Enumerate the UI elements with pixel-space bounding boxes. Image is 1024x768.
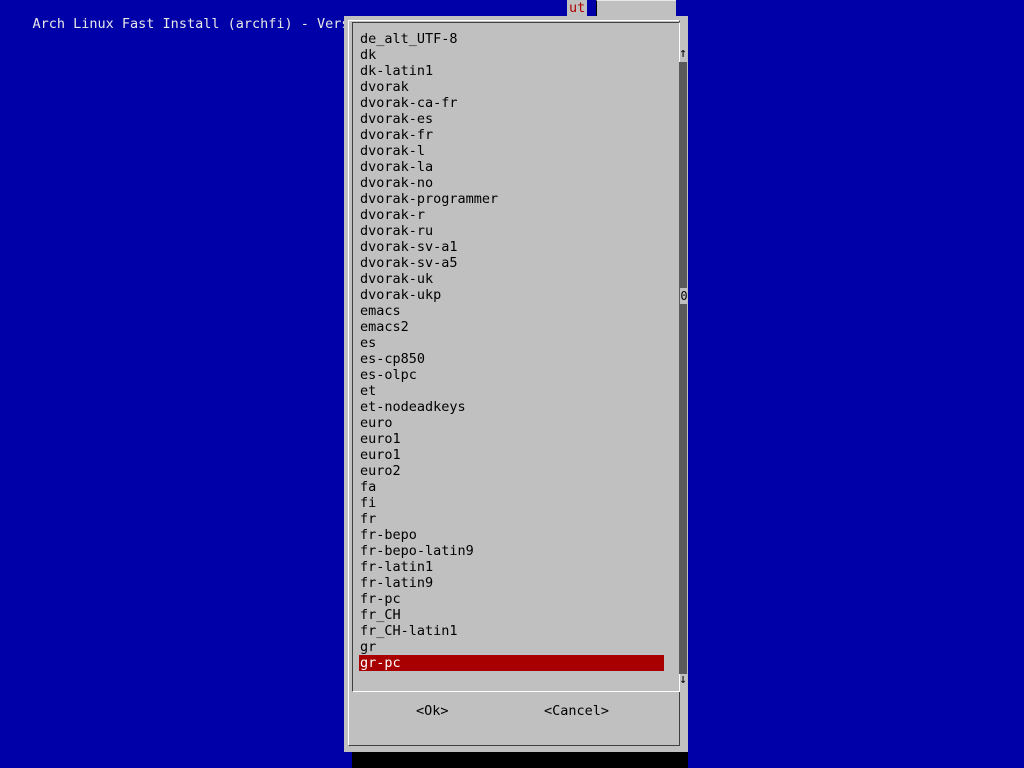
backtitle: Arch Linux Fast Install (archfi) - Versi…: [0, 0, 610, 32]
keymap-item[interactable]: emacs2: [359, 319, 664, 335]
keymap-dialog: de_alt_UTF-8 dk dk-latin1 dvorak dvorak-ca-f…: [344, 16, 688, 752]
keymap-item[interactable]: dvorak-r: [359, 207, 664, 223]
dialog-buttons: <Ok> <Cancel>: [344, 703, 688, 719]
keymap-item[interactable]: fr-pc: [359, 591, 664, 607]
ok-button[interactable]: <Ok>: [416, 703, 449, 719]
keymap-item[interactable]: fr: [359, 511, 664, 527]
keymap-item[interactable]: dvorak-ru: [359, 223, 664, 239]
keymap-item[interactable]: et: [359, 383, 664, 399]
scroll-down-arrow-icon[interactable]: ↓: [677, 672, 689, 688]
cancel-button[interactable]: <Cancel>: [544, 703, 609, 719]
keymap-item[interactable]: fr-latin9: [359, 575, 664, 591]
keymap-item[interactable]: euro1: [359, 447, 664, 463]
scrollbar[interactable]: ↑ 0 ↓: [677, 32, 689, 688]
keymap-item[interactable]: fr-bepo: [359, 527, 664, 543]
keymap-item[interactable]: dvorak-sv-a1: [359, 239, 664, 255]
keymap-item[interactable]: dk-latin1: [359, 63, 664, 79]
keymap-item[interactable]: gr: [359, 639, 664, 655]
keymap-item[interactable]: dvorak-sv-a5: [359, 255, 664, 271]
keymap-item[interactable]: de_alt_UTF-8: [359, 31, 664, 47]
keymap-item[interactable]: es-cp850: [359, 351, 664, 367]
keymap-item[interactable]: dvorak-uk: [359, 271, 664, 287]
keymap-item[interactable]: es: [359, 335, 664, 351]
scroll-track[interactable]: [679, 62, 687, 674]
keymap-item[interactable]: fr_CH: [359, 607, 664, 623]
keymap-item[interactable]: euro: [359, 415, 664, 431]
keymap-list[interactable]: de_alt_UTF-8 dk dk-latin1 dvorak dvorak-ca-f…: [359, 31, 664, 671]
keymap-item[interactable]: et-nodeadkeys: [359, 399, 664, 415]
keymap-item[interactable]: fr_CH-latin1: [359, 623, 664, 639]
keymap-item[interactable]: fi: [359, 495, 664, 511]
keymap-item[interactable]: dvorak-ca-fr: [359, 95, 664, 111]
keymap-item[interactable]: dvorak-programmer: [359, 191, 664, 207]
keymap-item[interactable]: dvorak-ukp: [359, 287, 664, 303]
keymap-item[interactable]: dk: [359, 47, 664, 63]
keymap-item[interactable]: fr-latin1: [359, 559, 664, 575]
keymap-item[interactable]: dvorak-no: [359, 175, 664, 191]
keymap-item[interactable]: es-olpc: [359, 367, 664, 383]
keymap-item[interactable]: dvorak-l: [359, 143, 664, 159]
keymap-item[interactable]: emacs: [359, 303, 664, 319]
keymap-item[interactable]: dvorak-la: [359, 159, 664, 175]
keymap-item[interactable]: dvorak-es: [359, 111, 664, 127]
keymap-item[interactable]: gr-pc: [359, 655, 664, 671]
scroll-up-arrow-icon[interactable]: ↑: [677, 46, 689, 62]
keymap-item[interactable]: euro1: [359, 431, 664, 447]
scroll-thumb[interactable]: 0: [680, 288, 688, 304]
background-dialog-frame: [596, 0, 676, 16]
keymap-item[interactable]: euro2: [359, 463, 664, 479]
keymap-item[interactable]: dvorak-fr: [359, 127, 664, 143]
keymap-item[interactable]: dvorak: [359, 79, 664, 95]
dialog-title-fragment: ut: [567, 0, 588, 16]
terminal-screen: Arch Linux Fast Install (archfi) - Versi…: [0, 0, 1024, 768]
keymap-item[interactable]: fa: [359, 479, 664, 495]
keymap-item[interactable]: fr-bepo-latin9: [359, 543, 664, 559]
